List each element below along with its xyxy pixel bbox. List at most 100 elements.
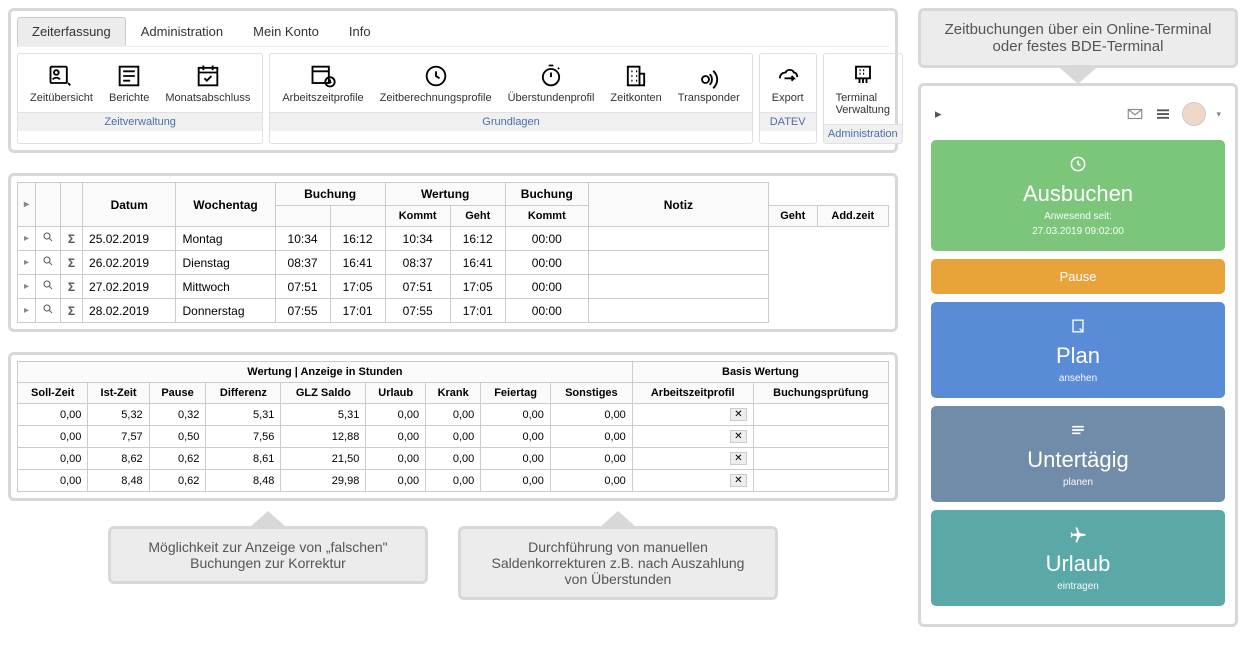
col-datum: Datum	[83, 183, 176, 227]
clock-icon	[422, 62, 450, 90]
expand-handle[interactable]: ▸	[18, 183, 36, 227]
col-header: Ist-Zeit	[88, 383, 149, 404]
ribbon-group-label: DATEV	[760, 112, 816, 131]
cell-addzeit: 00:00	[505, 275, 588, 299]
col-header: Buchungsprüfung	[753, 383, 888, 404]
bookings-table-panel: ▸ Datum Wochentag Buchung Wertung Buchun…	[8, 173, 898, 332]
tab-zeiterfassung[interactable]: Zeiterfassung	[17, 17, 126, 46]
cell-b-geht: 16:12	[330, 227, 385, 251]
ribbon-transponder[interactable]: Transponder	[670, 58, 748, 108]
cell: 21,50	[281, 448, 366, 470]
cell: 0,00	[481, 404, 551, 426]
ribbon-zeitberechnungsprofile[interactable]: Zeitberechnungsprofile	[372, 58, 500, 108]
ribbon-zeituebersicht[interactable]: Zeitübersicht	[22, 58, 101, 108]
btn-untertaegig[interactable]: Untertägig planen	[931, 406, 1225, 502]
cell: 8,48	[88, 470, 149, 492]
cell: 7,57	[88, 426, 149, 448]
sigma-icon[interactable]: Σ	[61, 251, 83, 275]
ribbon-zeitkonten[interactable]: Zeitkonten	[602, 58, 669, 108]
calendar-clock-icon	[309, 62, 337, 90]
ribbon-group-administration: Terminal Verwaltung Administration	[823, 53, 903, 144]
ribbon-group-grundlagen: Arbeitszeitprofile Zeitberechnungsprofil…	[269, 53, 752, 144]
clear-button[interactable]: ✕	[632, 470, 753, 492]
cell	[753, 448, 888, 470]
clear-button[interactable]: ✕	[632, 426, 753, 448]
cell-b-geht: 16:41	[330, 251, 385, 275]
ribbon-export[interactable]: Export	[764, 58, 812, 108]
table-row[interactable]: ▸Σ25.02.2019Montag10:3416:1210:3416:1200…	[18, 227, 889, 251]
tab-administration[interactable]: Administration	[126, 17, 238, 46]
cell-notiz[interactable]	[588, 251, 768, 275]
cell-datum: 27.02.2019	[83, 275, 176, 299]
search-icon[interactable]	[36, 299, 61, 323]
ribbon-group-label: Grundlagen	[270, 112, 751, 131]
search-icon[interactable]	[36, 227, 61, 251]
cell: 0,00	[18, 404, 88, 426]
row-expand[interactable]: ▸	[18, 251, 36, 275]
cell-addzeit: 00:00	[505, 251, 588, 275]
cell-addzeit: 00:00	[505, 299, 588, 323]
note-icon	[1068, 316, 1088, 336]
cell	[753, 470, 888, 492]
tab-mein-konto[interactable]: Mein Konto	[238, 17, 334, 46]
group-wertung: Wertung | Anzeige in Stunden	[18, 362, 633, 383]
table-row[interactable]: ▸Σ27.02.2019Mittwoch07:5117:0507:5117:05…	[18, 275, 889, 299]
table-row[interactable]: ▸Σ26.02.2019Dienstag08:3716:4108:3716:41…	[18, 251, 889, 275]
callout-terminal: Zeitbuchungen über ein Online-Terminal o…	[918, 8, 1238, 68]
row-expand[interactable]: ▸	[18, 299, 36, 323]
ribbon-ueberstundenprofil[interactable]: Überstundenprofil	[500, 58, 603, 108]
btn-ausbuchen[interactable]: Ausbuchen Anwesend seit: 27.03.2019 09:0…	[931, 140, 1225, 251]
row-expand[interactable]: ▸	[18, 227, 36, 251]
valuation-table: Wertung | Anzeige in Stunden Basis Wertu…	[17, 361, 889, 492]
tab-info[interactable]: Info	[334, 17, 386, 46]
cell-datum: 28.02.2019	[83, 299, 176, 323]
cell-notiz[interactable]	[588, 275, 768, 299]
table-row[interactable]: ▸Σ28.02.2019Donnerstag07:5517:0107:5517:…	[18, 299, 889, 323]
sigma-icon[interactable]: Σ	[61, 299, 83, 323]
cell-notiz[interactable]	[588, 227, 768, 251]
row-expand[interactable]: ▸	[18, 275, 36, 299]
terminal-header: ▸ ▾	[931, 96, 1225, 140]
mail-icon[interactable]	[1126, 105, 1144, 123]
ribbon-panel: Zeiterfassung Administration Mein Konto …	[8, 8, 898, 153]
ribbon-terminal-verwaltung[interactable]: Terminal Verwaltung	[828, 58, 898, 120]
terminal-device-icon	[849, 62, 877, 90]
cell: 0,62	[149, 470, 206, 492]
col-wertung: Wertung	[385, 183, 505, 206]
btn-pause[interactable]: Pause	[931, 259, 1225, 294]
ribbon-arbeitszeitprofile[interactable]: Arbeitszeitprofile	[274, 58, 371, 108]
table-row: 0,008,480,628,4829,980,000,000,000,00✕	[18, 470, 889, 492]
expand-icon[interactable]: ▸	[935, 106, 942, 122]
ribbon-monatsabschluss[interactable]: Monatsabschluss	[157, 58, 258, 108]
col-header: GLZ Saldo	[281, 383, 366, 404]
avatar[interactable]	[1182, 102, 1206, 126]
cell: 0,00	[426, 448, 481, 470]
sigma-icon[interactable]: Σ	[61, 227, 83, 251]
col-buchung: Buchung	[275, 183, 385, 206]
clear-button[interactable]: ✕	[632, 404, 753, 426]
menu-icon[interactable]	[1154, 105, 1172, 123]
btn-urlaub[interactable]: Urlaub eintragen	[931, 510, 1225, 606]
sigma-icon[interactable]: Σ	[61, 275, 83, 299]
cell-notiz[interactable]	[588, 299, 768, 323]
cell: 0,00	[550, 404, 632, 426]
clock-out-icon	[1068, 154, 1088, 174]
col-header: Krank	[426, 383, 481, 404]
cell-w-geht: 16:12	[450, 227, 505, 251]
cell-wochentag: Dienstag	[176, 251, 275, 275]
cell: 29,98	[281, 470, 366, 492]
cell-b-kommt: 10:34	[275, 227, 330, 251]
btn-plan[interactable]: Plan ansehen	[931, 302, 1225, 398]
search-icon[interactable]	[36, 251, 61, 275]
callout-saldenkorrekturen: Durchführung von manuellen Saldenkorrekt…	[458, 526, 778, 600]
col-header: Urlaub	[366, 383, 426, 404]
stopwatch-icon	[537, 62, 565, 90]
cell-addzeit: 00:00	[505, 227, 588, 251]
clear-button[interactable]: ✕	[632, 448, 753, 470]
chevron-down-icon[interactable]: ▾	[1216, 109, 1221, 120]
cell-w-kommt: 08:37	[385, 251, 450, 275]
cell: 0,00	[550, 426, 632, 448]
ribbon-berichte[interactable]: Berichte	[101, 58, 157, 108]
search-icon[interactable]	[36, 275, 61, 299]
calendar-check-icon	[194, 62, 222, 90]
